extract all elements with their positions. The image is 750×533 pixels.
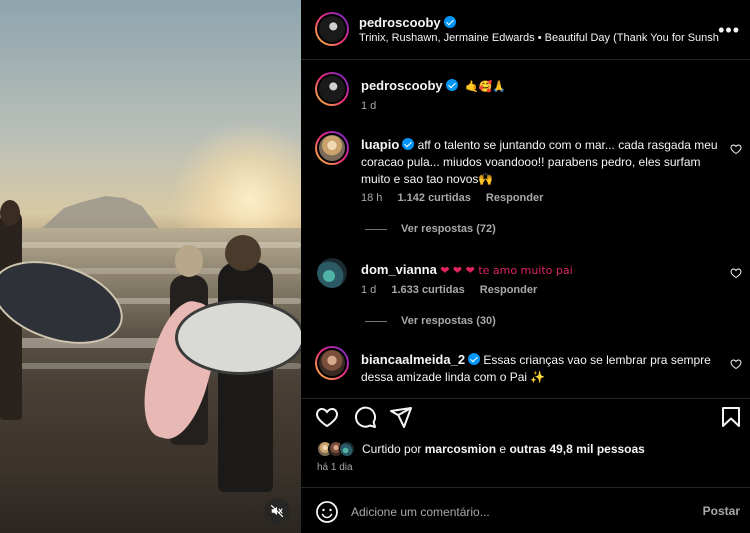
comment-body: dom_vianna ❤ ❤ ❤ te amo muito pai: [361, 261, 721, 279]
author-avatar[interactable]: [315, 12, 349, 46]
replies-divider: [365, 320, 387, 322]
replies-divider: [365, 228, 387, 230]
post-details-panel: pedroscooby Trinix, Rushawn, Jermaine Ed…: [301, 0, 750, 533]
comment-meta: 18 h 1.142 curtidas Responder: [361, 192, 555, 204]
author-username[interactable]: pedroscooby: [359, 15, 441, 30]
post-time-ago: há 1 dia: [317, 462, 353, 473]
liker-username[interactable]: marcosmion: [425, 442, 496, 456]
reply-button[interactable]: Responder: [480, 284, 537, 296]
comment-avatar[interactable]: [317, 258, 347, 288]
mute-button[interactable]: [264, 498, 290, 524]
caption-username[interactable]: pedroscooby: [361, 78, 443, 93]
caption-time: 1 d: [361, 100, 377, 112]
comment-time: 1 d: [361, 284, 377, 296]
audio-subline[interactable]: Trinix, Rushawn, Jermaine Edwards • Beau…: [359, 32, 719, 44]
view-replies-label: Ver respostas (72): [401, 223, 496, 235]
view-replies-button[interactable]: Ver respostas (30): [365, 315, 496, 327]
comment-avatar[interactable]: [315, 131, 349, 165]
comment-icon[interactable]: [353, 405, 377, 429]
bookmark-icon[interactable]: [719, 405, 743, 429]
comment-meta: 1 d 1.633 curtidas Responder: [361, 284, 549, 296]
comment-username[interactable]: biancaalmeida_2: [361, 352, 465, 367]
caption-line: pedroscooby 🤙🥰🙏: [361, 78, 506, 93]
post-comment-button[interactable]: Postar: [703, 504, 740, 518]
comment-body: luapio aff o talento se juntando com o m…: [361, 136, 721, 188]
child-surfboard-2: [175, 300, 301, 375]
child-surfer-2: [218, 262, 273, 492]
likes-text: Curtido por marcosmion e outras 49,8 mil…: [362, 442, 645, 456]
comment-time: 18 h: [361, 192, 383, 204]
comment-username[interactable]: luapio: [361, 137, 399, 152]
comment-username[interactable]: dom_vianna: [361, 262, 437, 277]
comment-body: biancaalmeida_2 Essas crianças vao se le…: [361, 351, 721, 386]
distant-island: [40, 196, 160, 230]
author-name-row: pedroscooby: [359, 14, 456, 32]
liker-avatar: [339, 441, 355, 457]
comment-likes[interactable]: 1.142 curtidas: [397, 192, 470, 204]
comment-like-heart-icon[interactable]: [730, 267, 742, 279]
verified-badge-icon: [445, 79, 458, 91]
view-replies-label: Ver respostas (30): [401, 315, 496, 327]
share-icon[interactable]: [389, 405, 413, 429]
verified-badge-icon: [402, 138, 415, 150]
comment-input[interactable]: [351, 502, 671, 522]
post-header: pedroscooby Trinix, Rushawn, Jermaine Ed…: [301, 0, 750, 60]
heart-icon[interactable]: [315, 405, 339, 429]
likes-summary: Curtido por marcosmion e outras 49,8 mil…: [317, 438, 645, 460]
comment-avatar[interactable]: [315, 346, 349, 380]
reply-button[interactable]: Responder: [486, 192, 543, 204]
post-action-bar: [301, 398, 750, 434]
emoji-icon[interactable]: [315, 500, 339, 524]
likes-others-link[interactable]: outras 49,8 mil pessoas: [509, 442, 644, 456]
verified-badge-icon: [468, 353, 481, 365]
muted-speaker-icon: [270, 504, 284, 518]
comment-like-heart-icon[interactable]: [730, 143, 742, 155]
caption-avatar[interactable]: [315, 72, 349, 106]
verified-badge-icon: [443, 16, 456, 28]
likes-connector: e: [499, 442, 507, 456]
comment-likes[interactable]: 1.633 curtidas: [391, 284, 464, 296]
comment-text: aff o talento se juntando com o mar... c…: [361, 138, 718, 186]
comment-text: ❤ ❤ ❤ te amo muito pai: [440, 264, 573, 277]
add-comment-bar: Postar: [301, 487, 750, 533]
view-replies-button[interactable]: Ver respostas (72): [365, 223, 496, 235]
comment-like-heart-icon[interactable]: [730, 358, 742, 370]
likes-prefix: Curtido por: [362, 442, 422, 456]
caption-text: 🤙🥰🙏: [464, 80, 507, 93]
more-options-icon[interactable]: •••: [718, 20, 740, 41]
post-video[interactable]: [0, 0, 301, 533]
